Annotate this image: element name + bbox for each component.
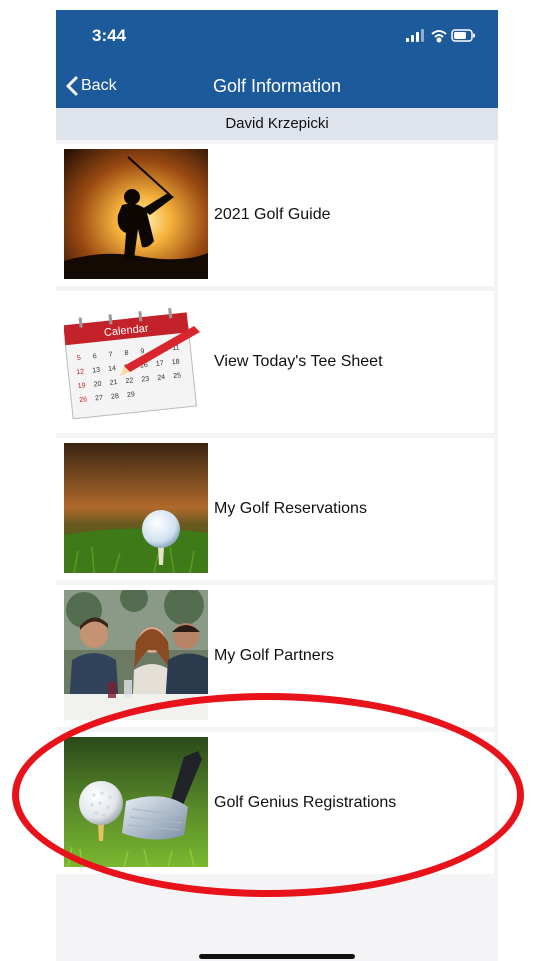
svg-text:29: 29: [127, 391, 136, 399]
svg-text:28: 28: [111, 393, 120, 401]
svg-text:21: 21: [109, 379, 118, 387]
menu-item-label: View Today's Tee Sheet: [214, 353, 383, 370]
svg-text:13: 13: [92, 367, 101, 375]
user-name-bar: David Krzepicki: [56, 108, 498, 140]
menu-item-label: Golf Genius Registrations: [214, 794, 397, 811]
wifi-icon: [431, 30, 447, 43]
status-bar: 3:44: [56, 10, 498, 64]
menu-item-label: 2021 Golf Guide: [214, 206, 331, 223]
svg-text:20: 20: [93, 381, 102, 389]
phone-screen: 3:44 Back Golf Information David Krzepic…: [56, 10, 498, 961]
menu-list: 2021 Golf Guide Calendar 5 6 7 8 9 11 12…: [56, 144, 498, 879]
svg-text:24: 24: [157, 374, 166, 382]
status-icons: [406, 29, 476, 43]
menu-item-genius-registrations[interactable]: Golf Genius Registrations: [56, 732, 494, 874]
menu-item-partners[interactable]: My Golf Partners: [56, 585, 494, 727]
golf-ball-and-club-image: [64, 737, 208, 867]
svg-text:26: 26: [79, 396, 88, 404]
svg-text:27: 27: [95, 395, 104, 403]
svg-text:22: 22: [125, 377, 134, 385]
svg-text:14: 14: [108, 365, 117, 373]
nav-bar: Back Golf Information: [56, 64, 498, 108]
battery-icon: [451, 29, 475, 42]
signal-icon: [406, 29, 424, 42]
svg-text:23: 23: [141, 376, 150, 384]
golf-ball-on-tee-image: [64, 443, 208, 573]
svg-text:19: 19: [77, 382, 86, 390]
menu-item-label: My Golf Partners: [214, 647, 335, 664]
menu-item-label: My Golf Reservations: [214, 500, 367, 517]
home-indicator[interactable]: [199, 954, 355, 959]
golfer-silhouette-image: [64, 149, 208, 279]
calendar-image: Calendar 567891011 12131415161718 192021…: [64, 296, 208, 426]
menu-item-golf-guide[interactable]: 2021 Golf Guide: [56, 144, 494, 286]
page-title: Golf Information: [212, 76, 342, 96]
menu-item-reservations[interactable]: My Golf Reservations: [56, 438, 494, 580]
menu-item-tee-sheet[interactable]: Calendar 567891011 12131415161718 192021…: [56, 291, 494, 433]
svg-text:18: 18: [171, 358, 180, 366]
svg-text:17: 17: [156, 360, 165, 368]
svg-text:12: 12: [76, 368, 85, 376]
status-time: 3:44: [92, 26, 127, 45]
svg-text:25: 25: [173, 372, 182, 380]
people-dining-image: [64, 590, 208, 720]
